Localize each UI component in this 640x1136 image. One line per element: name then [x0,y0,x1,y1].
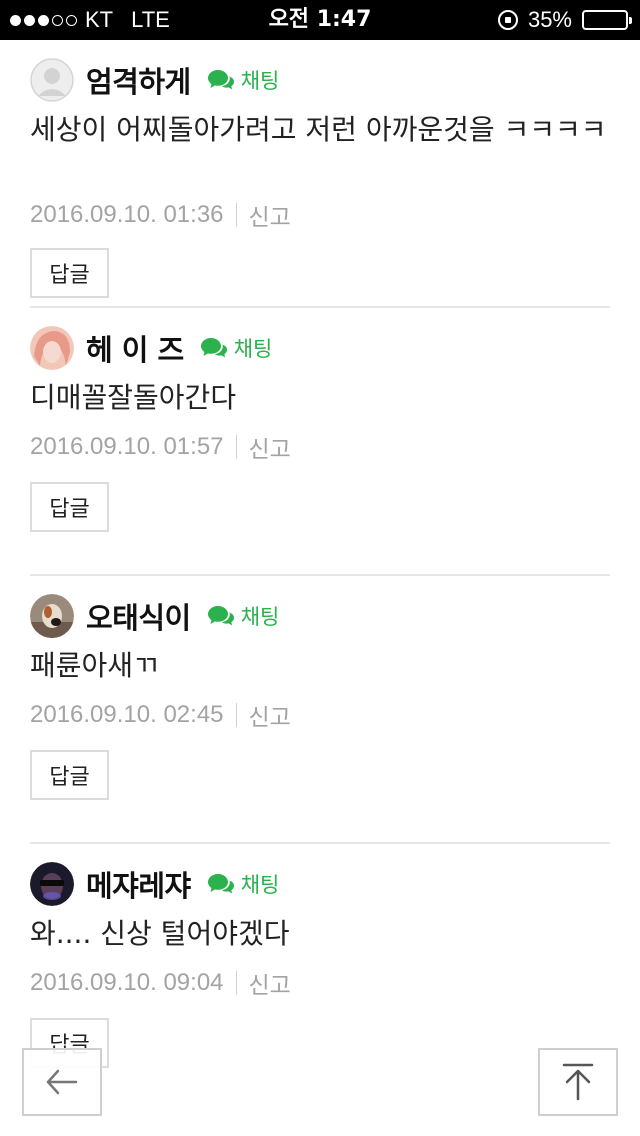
comment-item: 엄격하게 채팅 세상이 어찌돌아가려고 저런 아까운것을 ㅋㅋㅋㅋ 2016.0… [30,40,610,308]
report-link[interactable]: 신고 [249,198,291,232]
comment-meta: 2016.09.10. 01:57 신고 [30,430,291,464]
chat-link[interactable]: 채팅 [207,601,280,631]
timestamp: 2016.09.10. 01:57 [30,433,224,460]
speech-bubble-icon [207,70,234,90]
reply-button[interactable]: 답글 [30,750,109,800]
rotation-lock-icon [497,10,518,30]
back-button[interactable] [22,1048,102,1116]
reply-button[interactable]: 답글 [30,248,109,298]
reply-button[interactable]: 답글 [30,482,109,532]
divider [235,703,237,727]
avatar[interactable] [30,862,74,906]
report-link[interactable]: 신고 [249,966,291,1000]
report-link[interactable]: 신고 [249,698,291,732]
comment-header: 엄격하게 채팅 [30,56,279,104]
timestamp: 2016.09.10. 02:45 [30,701,224,728]
comment-text: 세상이 어찌돌아가려고 저런 아까운것을 ㅋㅋㅋㅋ [30,113,607,146]
comment-item: 메쟈레쟈 채팅 와.... 신상 털어야겠다 2016.09.10. 09:04… [30,844,610,1112]
comment-meta: 2016.09.10. 01:36 신고 [30,198,291,232]
arrow-left-icon [46,1069,78,1095]
battery-icon [582,10,632,30]
author-name[interactable]: 헤 이 즈 [86,327,184,369]
arrow-up-to-top-icon [562,1063,594,1101]
divider [235,971,237,995]
divider [235,203,237,227]
comment-header: 헤 이 즈 채팅 [30,324,272,372]
comment-meta: 2016.09.10. 02:45 신고 [30,698,291,732]
chat-link[interactable]: 채팅 [207,869,280,899]
chat-label: 채팅 [240,69,280,93]
avatar[interactable] [30,58,74,102]
divider [235,435,237,459]
comment-header: 오태식이 채팅 [30,592,279,640]
speech-bubble-icon [207,606,234,626]
comment-meta: 2016.09.10. 09:04 신고 [30,966,291,1000]
comment-item: 헤 이 즈 채팅 디매꼴잘돌아간다 2016.09.10. 01:57 신고 답… [30,308,610,576]
status-bar: KT LTE 오전 1:47 35% [0,0,640,40]
scroll-top-button[interactable] [538,1048,618,1116]
chat-link[interactable]: 채팅 [207,65,280,95]
chat-label: 채팅 [240,605,280,629]
chat-label: 채팅 [233,337,273,361]
timestamp: 2016.09.10. 09:04 [30,969,224,996]
author-name[interactable]: 엄격하게 [86,59,191,101]
comment-text: 패륜아새ㄲ [30,649,159,682]
comment-header: 메쟈레쟈 채팅 [30,860,279,908]
speech-bubble-icon [200,338,227,358]
report-link[interactable]: 신고 [249,430,291,464]
comment-item: 오태식이 채팅 패륜아새ㄲ 2016.09.10. 02:45 신고 답글 [30,576,610,844]
status-right: 35% [497,0,632,40]
timestamp: 2016.09.10. 01:36 [30,201,224,228]
comment-text: 디매꼴잘돌아간다 [30,381,237,414]
comment-list: 엄격하게 채팅 세상이 어찌돌아가려고 저런 아까운것을 ㅋㅋㅋㅋ 2016.0… [30,40,610,1112]
battery-percent: 35% [527,7,572,32]
author-name[interactable]: 메쟈레쟈 [86,863,191,905]
author-name[interactable]: 오태식이 [86,595,191,637]
avatar[interactable] [30,326,74,370]
avatar[interactable] [30,594,74,638]
comment-text: 와.... 신상 털어야겠다 [30,917,290,950]
chat-label: 채팅 [240,873,280,897]
chat-link[interactable]: 채팅 [200,333,273,363]
speech-bubble-icon [207,874,234,894]
